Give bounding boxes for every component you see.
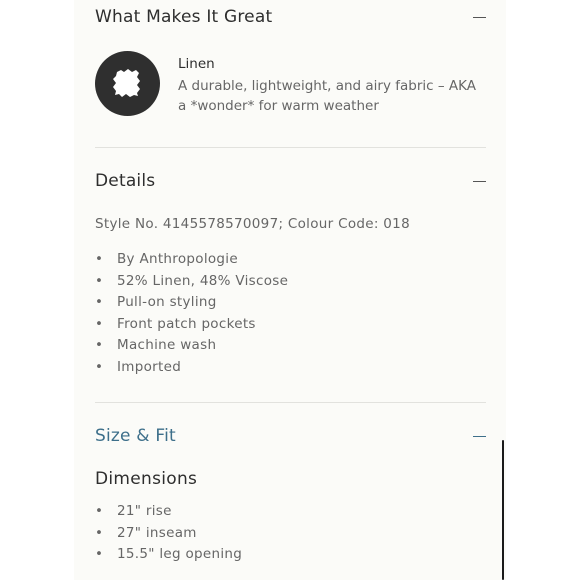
bullet: • bbox=[95, 294, 104, 311]
fabric-swatch-icon bbox=[95, 51, 160, 116]
list-item: • By Anthropologie bbox=[95, 249, 288, 271]
list-item-text: Imported bbox=[117, 358, 182, 375]
bullet: • bbox=[95, 337, 104, 354]
feature-text: Linen A durable, lightweight, and airy f… bbox=[178, 56, 478, 116]
list-item: • 21" rise bbox=[95, 501, 242, 523]
bullet: • bbox=[95, 524, 104, 541]
list-item-text: By Anthropologie bbox=[117, 251, 238, 267]
list-item-text: 27" inseam bbox=[117, 524, 197, 541]
list-item: • Imported bbox=[95, 357, 288, 379]
section-title: Size & Fit bbox=[95, 426, 176, 446]
feature-linen: Linen A durable, lightweight, and airy f… bbox=[95, 51, 478, 116]
bullet: • bbox=[95, 315, 104, 332]
list-item: • Pull-on styling bbox=[95, 292, 288, 314]
divider bbox=[95, 402, 486, 403]
scrollbar[interactable] bbox=[502, 440, 504, 580]
list-item-text: 21" rise bbox=[117, 503, 172, 519]
section-header-size-fit[interactable]: Size & Fit bbox=[95, 426, 486, 446]
details-list: • By Anthropologie • 52% Linen, 48% Viscos… bbox=[95, 249, 288, 379]
list-item-text: 15.5" leg opening bbox=[117, 546, 243, 563]
bullet: • bbox=[95, 358, 104, 375]
collapse-icon[interactable] bbox=[473, 11, 486, 24]
section-title: What Makes It Great bbox=[95, 7, 273, 27]
product-details-panel: What Makes It Great Linen A durable, lig… bbox=[74, 0, 506, 580]
section-title: Details bbox=[95, 171, 156, 191]
feature-name: Linen bbox=[178, 56, 215, 72]
dimensions-list: • 21" rise • 27" inseam • 15.5" leg opening bbox=[95, 501, 242, 566]
list-item-text: Front patch pockets bbox=[117, 315, 256, 332]
list-item: • Front patch pockets bbox=[95, 314, 288, 336]
collapse-icon[interactable] bbox=[473, 430, 486, 443]
divider bbox=[95, 147, 486, 148]
list-item: • 27" inseam bbox=[95, 523, 242, 545]
list-item: • 52% Linen, 48% Viscose bbox=[95, 271, 288, 293]
list-item-text: Pull-on styling bbox=[117, 294, 217, 311]
style-number: Style No. 4145578570097; Colour Code: 01… bbox=[95, 216, 410, 232]
section-header-what-makes-it-great[interactable]: What Makes It Great bbox=[95, 7, 486, 27]
collapse-icon[interactable] bbox=[473, 175, 486, 188]
feature-description: A durable, lightweight, and airy fabric … bbox=[178, 78, 476, 114]
bullet: • bbox=[95, 272, 104, 289]
list-item: • 15.5" leg opening bbox=[95, 544, 242, 566]
dimensions-title: Dimensions bbox=[95, 469, 198, 489]
list-item: • Machine wash bbox=[95, 335, 288, 357]
bullet: • bbox=[95, 503, 104, 519]
bullet: • bbox=[95, 546, 104, 563]
bullet: • bbox=[95, 251, 104, 267]
section-header-details[interactable]: Details bbox=[95, 171, 486, 191]
list-item-text: Machine wash bbox=[117, 337, 217, 354]
list-item-text: 52% Linen, 48% Viscose bbox=[117, 272, 289, 289]
